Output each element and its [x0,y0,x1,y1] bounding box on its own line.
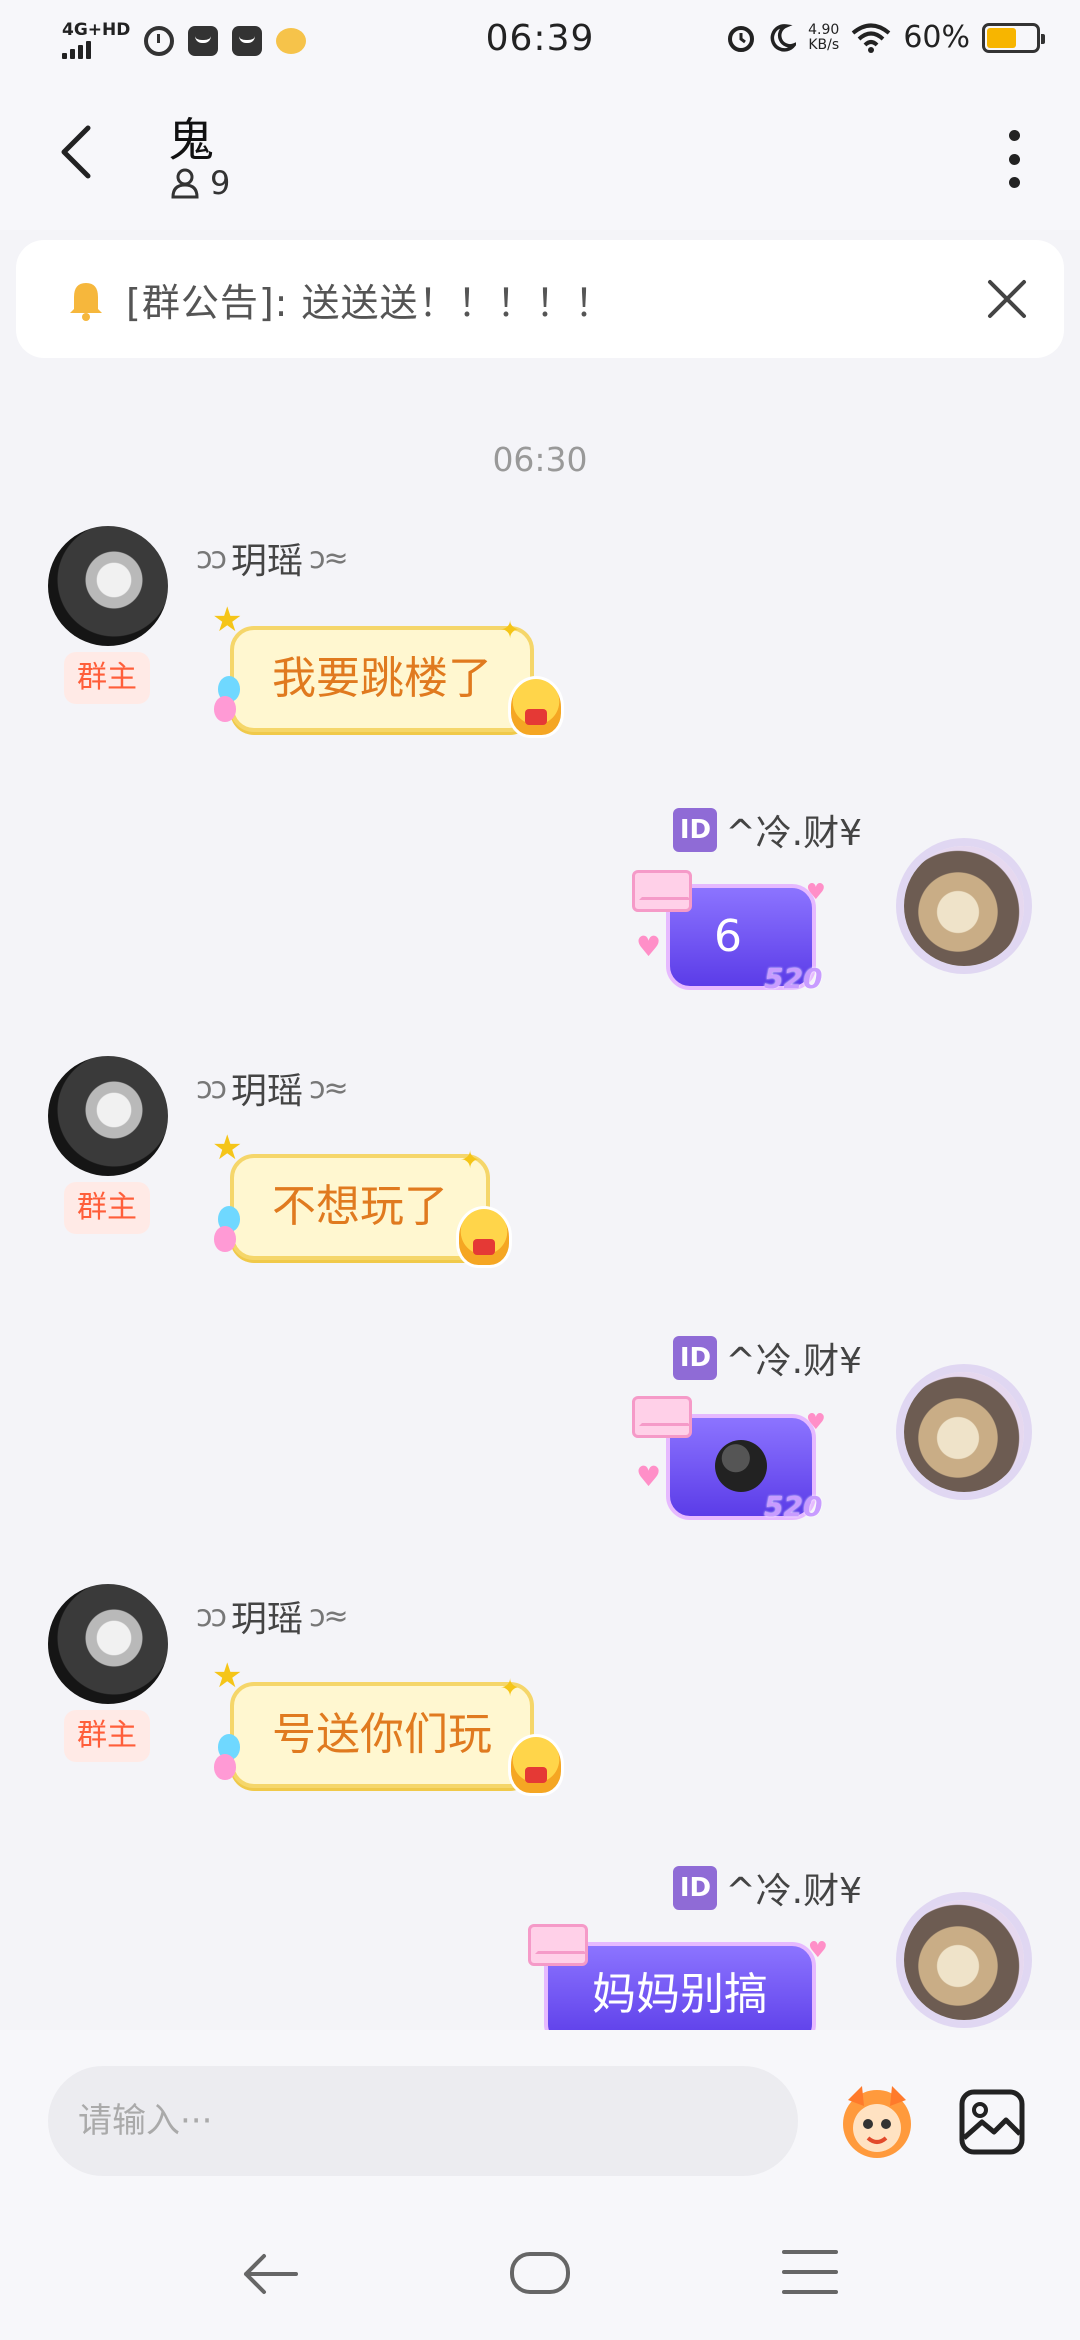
member-count-value: 9 [210,164,231,202]
star-icon: ✦ [500,616,521,644]
name-decoration-icon: ↄ≈ [308,1070,349,1106]
mascot-icon [456,1206,512,1268]
member-count[interactable]: 9 [170,164,230,202]
heart-icon: ♥ [806,1410,826,1435]
avatar[interactable] [904,846,1024,966]
message-timestamp: 06:30 [492,440,588,479]
group-announcement[interactable]: [群公告]: 送送送！！！！！ [16,240,1064,358]
image-icon[interactable] [958,2088,1026,2156]
bell-icon [70,283,102,321]
sender-name: ID ^冷.财¥ [673,1862,862,1914]
message-input[interactable] [48,2066,798,2176]
mascot-icon [508,676,564,738]
envelope-icon [528,1924,588,1966]
nav-back-icon[interactable] [240,2244,300,2304]
wifi-icon [852,23,891,53]
sender-name-text: 玥瑶 [230,541,303,582]
owner-badge: 群主 [64,1710,150,1762]
group-title: 鬼 [168,113,214,167]
message-input-bar [0,2030,1080,2200]
speed-value: 4.90 [808,21,840,38]
520-decoration: 520 [764,1490,823,1523]
520-decoration: 520 [764,962,823,995]
sender-name-text: ^冷.财¥ [725,813,862,854]
battery-icon [982,22,1045,53]
sender-name-text: ^冷.财¥ [725,1871,862,1912]
envelope-icon [632,1396,692,1438]
mascot-icon [508,1734,564,1796]
name-decoration-icon: ↄ≈ [308,1598,349,1634]
sender-name-text: 玥瑶 [230,1599,303,1640]
network-speed: 4.90 KB/s [808,21,840,53]
system-nav-bar [0,2200,1080,2340]
heart-icon: ♥ [636,930,662,963]
more-dot-icon [1008,153,1020,165]
message-bubble[interactable]: 我要跳楼了 [230,626,534,732]
sender-name: ID ^冷.财¥ [673,1332,862,1384]
smirk-emoji-icon [715,1440,767,1492]
person-icon [171,168,199,199]
message-bubble[interactable]: 不想玩了 [230,1154,490,1260]
balloon-icon [214,1226,236,1252]
nav-recents-icon[interactable] [782,2250,838,2294]
heart-icon: ♥ [636,1460,662,1493]
sender-name-text: 玥瑶 [230,1071,303,1112]
chat-header: 鬼 9 [0,84,1080,230]
more-dot-icon [1008,130,1020,141]
more-dot-icon [1008,177,1020,188]
avatar[interactable] [904,1900,1024,2020]
speed-unit: KB/s [808,36,840,53]
alarm-status-icon [728,25,755,52]
name-decoration-icon: ↄ≈ [308,540,349,576]
back-button[interactable] [56,122,116,192]
more-options-button[interactable] [984,124,1044,194]
sticker-button[interactable] [834,2078,920,2164]
avatar[interactable] [904,1372,1024,1492]
close-icon[interactable] [984,276,1030,322]
battery-percent: 60% [903,20,970,55]
sender-name: ↄↄ 玥瑶 ↄ≈ [196,1590,349,1642]
announcement-text: [群公告]: 送送送！！！！！ [126,280,614,325]
heart-icon: ♥ [808,1938,828,1963]
balloon-icon [214,696,236,722]
message-bubble[interactable]: 号送你们玩 [230,1682,534,1788]
sender-name: ↄↄ 玥瑶 ↄ≈ [196,1062,349,1114]
envelope-icon [632,870,692,912]
battery-fill [987,27,1016,48]
id-badge-icon: ID [673,808,718,852]
owner-badge: 群主 [64,652,150,704]
do-not-disturb-icon [770,23,797,52]
star-icon: ★ [212,1656,243,1696]
sender-name-text: ^冷.财¥ [725,1341,862,1382]
star-icon: ✦ [460,1146,481,1174]
avatar[interactable] [48,1584,168,1704]
status-icons-right: 4.90 KB/s 60% [726,20,1045,55]
star-icon: ★ [212,600,243,640]
avatar[interactable] [48,1056,168,1176]
avatar[interactable] [48,526,168,646]
balloon-icon [214,1754,236,1780]
star-icon: ✦ [500,1674,521,1702]
id-badge-icon: ID [673,1336,718,1380]
status-bar: 4G+HD 06:39 4.90 KB/s 60% [0,0,1080,84]
sender-name: ID ^冷.财¥ [673,804,862,856]
nav-home-icon[interactable] [510,2252,570,2294]
name-decoration-icon: ↄↄ [196,1598,227,1634]
owner-badge: 群主 [64,1182,150,1234]
star-icon: ★ [212,1128,243,1168]
id-badge-icon: ID [673,1866,718,1910]
chevron-left-icon [61,125,91,179]
name-decoration-icon: ↄↄ [196,540,227,576]
name-decoration-icon: ↄↄ [196,1070,227,1106]
sender-name: ↄↄ 玥瑶 ↄ≈ [196,532,349,584]
heart-icon: ♥ [806,880,826,905]
